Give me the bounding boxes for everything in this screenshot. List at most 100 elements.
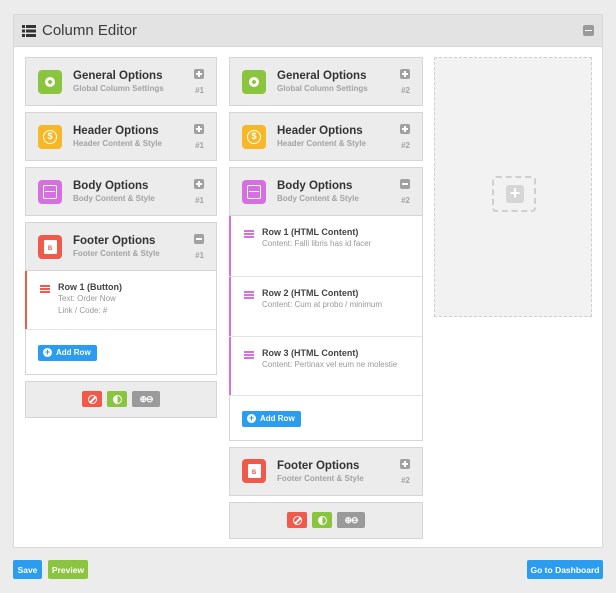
card-subtitle: Footer Content & Style: [73, 249, 160, 258]
drag-handle-icon[interactable]: [244, 351, 254, 359]
column-number: #1: [195, 86, 204, 95]
body-icon: [242, 179, 266, 204]
drag-handle-icon[interactable]: [40, 285, 50, 293]
add-column-icon[interactable]: +: [492, 176, 536, 212]
page-title: Column Editor: [42, 22, 138, 39]
contrast-icon: [112, 394, 122, 404]
header-options-card[interactable]: $ Header Options Header Content & Style …: [25, 112, 217, 161]
row-title: Row 1 (HTML Content): [262, 227, 359, 237]
gear-icon: [242, 69, 266, 94]
footer-options-card[interactable]: B Footer Options Footer Content & Style …: [25, 222, 217, 271]
clone-column-button[interactable]: ⊕⊖: [132, 391, 160, 407]
card-subtitle: Footer Content & Style: [277, 473, 364, 483]
card-title: Body Options: [73, 180, 149, 192]
expand-icon[interactable]: [194, 124, 204, 134]
expand-icon[interactable]: [400, 69, 410, 79]
card-title: General Options: [277, 70, 367, 82]
add-row-area: + Add Row: [26, 329, 216, 374]
expand-icon[interactable]: [194, 179, 204, 189]
expand-icon[interactable]: [194, 69, 204, 79]
row-item[interactable]: Row 2 (HTML Content) Content: Cum at pro…: [229, 276, 422, 336]
body-rows: Row 1 (HTML Content) Content: Falli libr…: [229, 216, 423, 441]
row-item[interactable]: Row 1 (HTML Content) Content: Falli libr…: [229, 216, 422, 276]
plus-circle-icon: +: [43, 347, 52, 357]
card-subtitle: Global Column Settings: [73, 84, 164, 93]
card-subtitle: Header Content & Style: [73, 139, 162, 148]
column-number: #2: [401, 475, 410, 485]
card-title: Header Options: [73, 125, 159, 137]
clone-column-button[interactable]: ⊕⊖: [337, 512, 365, 528]
column-number: #2: [401, 196, 410, 205]
plus-minus-icon: ⊕⊖: [344, 514, 358, 525]
column-2: General Options Global Column Settings #…: [229, 57, 423, 539]
card-title: Header Options: [277, 125, 363, 137]
highlight-column-button[interactable]: [107, 391, 127, 407]
column-number: #2: [401, 86, 410, 95]
add-column-dropzone[interactable]: +: [434, 57, 592, 317]
column-number: #1: [195, 141, 204, 150]
add-row-label: Add Row: [56, 348, 91, 357]
add-row-area: + Add Row: [230, 395, 422, 440]
collapse-icon[interactable]: [194, 234, 204, 244]
panel-header: Column Editor: [14, 15, 602, 47]
row-accent: [25, 271, 27, 329]
row-accent: [229, 277, 231, 336]
add-row-button[interactable]: + Add Row: [38, 344, 97, 361]
row-title: Row 3 (HTML Content): [262, 348, 359, 358]
footer-icon: B: [38, 234, 62, 259]
card-title: Footer Options: [277, 459, 360, 472]
column-number: #2: [401, 141, 410, 150]
card-title: Body Options: [277, 180, 353, 192]
gear-icon: [38, 69, 62, 94]
go-to-dashboard-button[interactable]: Go to Dashboard: [527, 560, 603, 579]
general-options-card[interactable]: General Options Global Column Settings #…: [229, 57, 423, 106]
plus-circle-icon: +: [247, 413, 256, 423]
column-number: #1: [195, 251, 204, 260]
ban-icon: [87, 394, 97, 404]
body-options-card[interactable]: Body Options Body Content & Style #1: [25, 167, 217, 216]
row-item[interactable]: Row 3 (HTML Content) Content: Pertinax v…: [229, 336, 422, 395]
row-detail: Text: Order Now: [58, 294, 116, 303]
delete-column-button[interactable]: [82, 391, 102, 407]
drag-handle-icon[interactable]: [244, 230, 254, 238]
body-options-card[interactable]: Body Options Body Content & Style #2: [229, 167, 423, 216]
expand-icon[interactable]: [400, 124, 410, 134]
row-item[interactable]: Row 1 (Button) Text: Order Now Link / Co…: [25, 271, 216, 329]
collapse-panel-icon[interactable]: [583, 25, 594, 36]
card-subtitle: Body Content & Style: [73, 194, 155, 203]
footer-options-card[interactable]: B Footer Options Footer Content & Style …: [229, 446, 423, 496]
add-row-button[interactable]: + Add Row: [242, 410, 301, 427]
contrast-icon: [317, 515, 327, 525]
column-actions: ⊕⊖: [25, 380, 217, 418]
row-detail: Content: Pertinax vel eum ne molestie: [262, 360, 398, 369]
row-detail: Link / Code: #: [58, 306, 108, 315]
column-number: #1: [195, 196, 204, 205]
ban-icon: [292, 515, 302, 525]
row-title: Row 2 (HTML Content): [262, 288, 359, 298]
row-accent: [229, 216, 231, 276]
preview-button[interactable]: Preview: [48, 560, 88, 579]
header-options-card[interactable]: $ Header Options Header Content & Style …: [229, 112, 423, 161]
card-title: General Options: [73, 70, 163, 82]
general-options-card[interactable]: General Options Global Column Settings #…: [25, 57, 217, 106]
body-icon: [38, 179, 62, 204]
drag-handle-icon[interactable]: [244, 291, 254, 299]
save-button[interactable]: Save: [13, 560, 42, 579]
row-accent: [229, 337, 231, 395]
highlight-column-button[interactable]: [312, 512, 332, 528]
dollar-icon: $: [242, 124, 266, 149]
expand-icon[interactable]: [400, 458, 410, 469]
dollar-icon: $: [38, 124, 62, 149]
delete-column-button[interactable]: [287, 512, 307, 528]
list-icon: [22, 24, 36, 37]
footer-icon: B: [242, 459, 266, 483]
plus-minus-icon: ⊕⊖: [139, 393, 153, 404]
column-actions: ⊕⊖: [229, 501, 423, 539]
row-detail: Content: Cum at probo / minimum: [262, 300, 383, 309]
row-title: Row 1 (Button): [58, 282, 122, 292]
column-editor-panel: Column Editor General Options Global Col…: [13, 14, 603, 548]
card-subtitle: Body Content & Style: [277, 194, 359, 203]
collapse-icon[interactable]: [400, 179, 410, 189]
card-subtitle: Header Content & Style: [277, 139, 366, 148]
card-subtitle: Global Column Settings: [277, 84, 368, 93]
